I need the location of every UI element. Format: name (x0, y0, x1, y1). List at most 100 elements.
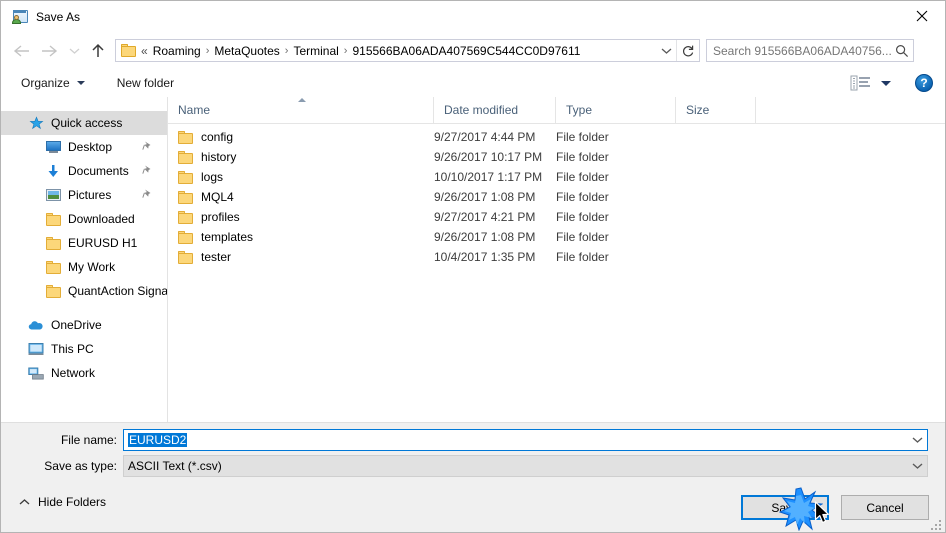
save-button-label: Save (771, 500, 799, 515)
search-input[interactable]: Search 915566BA06ADA40756... (706, 39, 914, 62)
breadcrumb-item-terminal-id[interactable]: 915566BA06ADA407569C544CC0D97611 (348, 43, 584, 59)
file-date-cell: 9/26/2017 1:08 PM (434, 230, 536, 244)
address-chevron-down-icon[interactable] (656, 40, 676, 61)
breadcrumb-overflow[interactable]: « (138, 44, 149, 58)
sidebar-item-documents[interactable]: Documents (1, 159, 167, 183)
content-area: Quick access Desktop Documents Pictures … (1, 97, 945, 422)
file-name-cell: MQL4 (168, 190, 434, 204)
search-placeholder: Search 915566BA06ADA40756... (713, 43, 891, 58)
cancel-button-label: Cancel (866, 500, 904, 515)
file-date-cell: 9/27/2017 4:44 PM (434, 130, 536, 144)
close-icon[interactable] (899, 1, 945, 31)
breadcrumb-item-metaquotes[interactable]: MetaQuotes (210, 43, 283, 59)
cloud-icon (28, 317, 44, 333)
column-header-name[interactable]: Name (168, 97, 434, 123)
file-type-cell: File folder (556, 230, 609, 244)
organize-button[interactable]: Organize (13, 72, 93, 94)
sidebar-item-quick-access[interactable]: Quick access (1, 111, 167, 135)
breadcrumb-item-terminal[interactable]: Terminal (289, 43, 342, 59)
sidebar-item-network[interactable]: Network (1, 361, 167, 385)
download-icon (45, 163, 61, 179)
back-arrow-icon[interactable] (7, 36, 35, 66)
organize-label: Organize (21, 76, 70, 90)
save-as-type-select[interactable]: ASCII Text (*.csv) (123, 455, 928, 477)
file-rows: config 9/27/2017 4:44 PM File folder his… (168, 124, 945, 267)
pin-icon[interactable] (142, 164, 153, 178)
file-name-chevron-down-icon[interactable] (907, 430, 927, 450)
chevron-down-icon (76, 81, 85, 85)
folder-icon (45, 259, 61, 275)
file-name-selected-text: EURUSD2 (128, 433, 188, 447)
sidebar-item-desktop[interactable]: Desktop (1, 135, 167, 159)
sidebar-item-eurusd-h1[interactable]: EURUSD H1 (1, 231, 167, 255)
sidebar-item-downloaded[interactable]: Downloaded (1, 207, 167, 231)
file-date-cell: 9/27/2017 4:21 PM (434, 210, 536, 224)
file-name-input[interactable]: EURUSD2 (123, 429, 928, 451)
recent-locations-chevron-down-icon[interactable] (63, 36, 85, 66)
table-row[interactable]: config 9/27/2017 4:44 PM File folder (168, 127, 945, 147)
navigation-pane: Quick access Desktop Documents Pictures … (1, 97, 168, 422)
table-row[interactable]: tester 10/4/2017 1:35 PM File folder (168, 247, 945, 267)
cancel-button[interactable]: Cancel (841, 495, 929, 520)
hide-folders-button[interactable]: Hide Folders (15, 491, 110, 513)
table-row[interactable]: history 9/26/2017 10:17 PM File folder (168, 147, 945, 167)
folder-icon (178, 150, 193, 164)
computer-icon (28, 341, 44, 357)
new-folder-button[interactable]: New folder (109, 72, 182, 94)
folder-icon (45, 211, 61, 227)
search-icon[interactable] (891, 40, 913, 61)
view-layout-icon[interactable] (849, 74, 873, 92)
file-type-cell: File folder (556, 190, 609, 204)
sidebar-item-this-pc[interactable]: This PC (1, 337, 167, 361)
picture-icon (45, 187, 61, 203)
save-as-type-label: Save as type: (44, 459, 117, 473)
sidebar-item-label: Desktop (68, 140, 113, 154)
file-name-row: File name: EURUSD2 (1, 429, 945, 451)
up-arrow-icon[interactable] (85, 36, 111, 66)
sidebar-item-my-work[interactable]: My Work (1, 255, 167, 279)
sidebar-item-label: EURUSD H1 (68, 236, 138, 250)
file-type-cell: File folder (556, 250, 609, 264)
file-name-cell: logs (168, 170, 434, 184)
column-header-type[interactable]: Type (556, 97, 676, 123)
file-name-label: profiles (201, 210, 240, 224)
folder-icon (121, 44, 136, 57)
table-row[interactable]: logs 10/10/2017 1:17 PM File folder (168, 167, 945, 187)
save-as-dialog: Save As « Roaming › MetaQuotes › Termina… (0, 0, 946, 533)
refresh-icon[interactable] (677, 40, 699, 61)
sidebar-item-label: This PC (51, 342, 94, 356)
table-row[interactable]: profiles 9/27/2017 4:21 PM File folder (168, 207, 945, 227)
column-header-size[interactable]: Size (676, 97, 756, 123)
pin-icon[interactable] (142, 140, 153, 154)
sidebar-item-pictures[interactable]: Pictures (1, 183, 167, 207)
sidebar-item-quantaction-signal[interactable]: QuantAction Signal (1, 279, 167, 303)
breadcrumb: « Roaming › MetaQuotes › Terminal › 9155… (138, 43, 656, 59)
file-type-cell: File folder (556, 210, 609, 224)
network-icon (28, 365, 44, 381)
save-as-type-chevron-down-icon[interactable] (907, 456, 927, 476)
forward-arrow-icon[interactable] (35, 36, 63, 66)
column-header-date-modified[interactable]: Date modified (434, 97, 556, 123)
file-date-cell: 9/26/2017 10:17 PM (434, 150, 543, 164)
sidebar-item-label: Downloaded (68, 212, 135, 226)
file-date-cell: 9/26/2017 1:08 PM (434, 190, 536, 204)
view-chevron-down-icon[interactable] (881, 80, 891, 86)
file-name-label: MQL4 (201, 190, 234, 204)
help-icon[interactable]: ? (915, 74, 933, 92)
folder-icon (178, 190, 193, 204)
resize-grip-icon[interactable] (931, 518, 943, 530)
table-row[interactable]: MQL4 9/26/2017 1:08 PM File folder (168, 187, 945, 207)
sidebar-item-onedrive[interactable]: OneDrive (1, 313, 167, 337)
file-name-label: tester (201, 250, 232, 264)
table-row[interactable]: templates 9/26/2017 1:08 PM File folder (168, 227, 945, 247)
save-button[interactable]: Save (741, 495, 829, 520)
file-type-cell: File folder (556, 150, 609, 164)
folder-icon (45, 283, 61, 299)
star-icon (28, 115, 44, 131)
breadcrumb-item-roaming[interactable]: Roaming (149, 43, 205, 59)
address-bar[interactable]: « Roaming › MetaQuotes › Terminal › 9155… (115, 39, 700, 62)
file-date-cell: 10/10/2017 1:17 PM (434, 170, 543, 184)
pin-icon[interactable] (142, 188, 153, 202)
sidebar-item-label: My Work (68, 260, 116, 274)
sidebar-item-label: Network (51, 366, 96, 380)
